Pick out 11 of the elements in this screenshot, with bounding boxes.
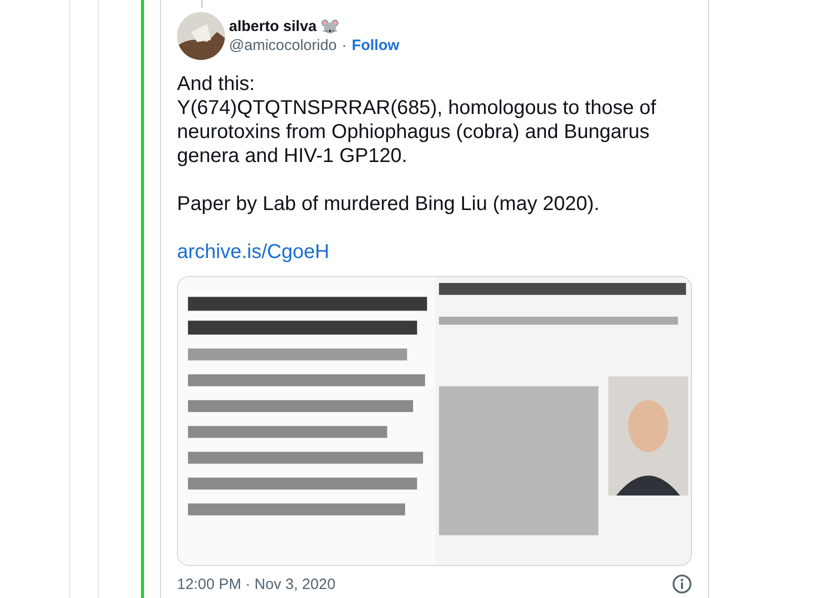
author-name[interactable]: alberto silva: [229, 18, 317, 35]
author-handle[interactable]: @amicocolorido: [229, 37, 337, 54]
timestamp[interactable]: 12:00 PM · Nov 3, 2020: [177, 576, 336, 592]
tweet-text: Paper by Lab of murdered Bing Liu (may 2020).: [177, 192, 600, 216]
info-icon[interactable]: [672, 574, 692, 594]
mouse-icon: [320, 18, 339, 34]
follow-link[interactable]: Follow: [352, 37, 400, 54]
separator: ·: [342, 37, 347, 54]
tweet-text: And this: Y(674)QTQTNSPRRAR(685), homologous to those of neurotoxins from Ophiophagus (cobra) and Bungarus genera and HIV-1 GP120.: [177, 72, 658, 168]
avatar[interactable]: [177, 12, 225, 60]
archive-link[interactable]: archive.is/CgoeH: [177, 240, 330, 264]
